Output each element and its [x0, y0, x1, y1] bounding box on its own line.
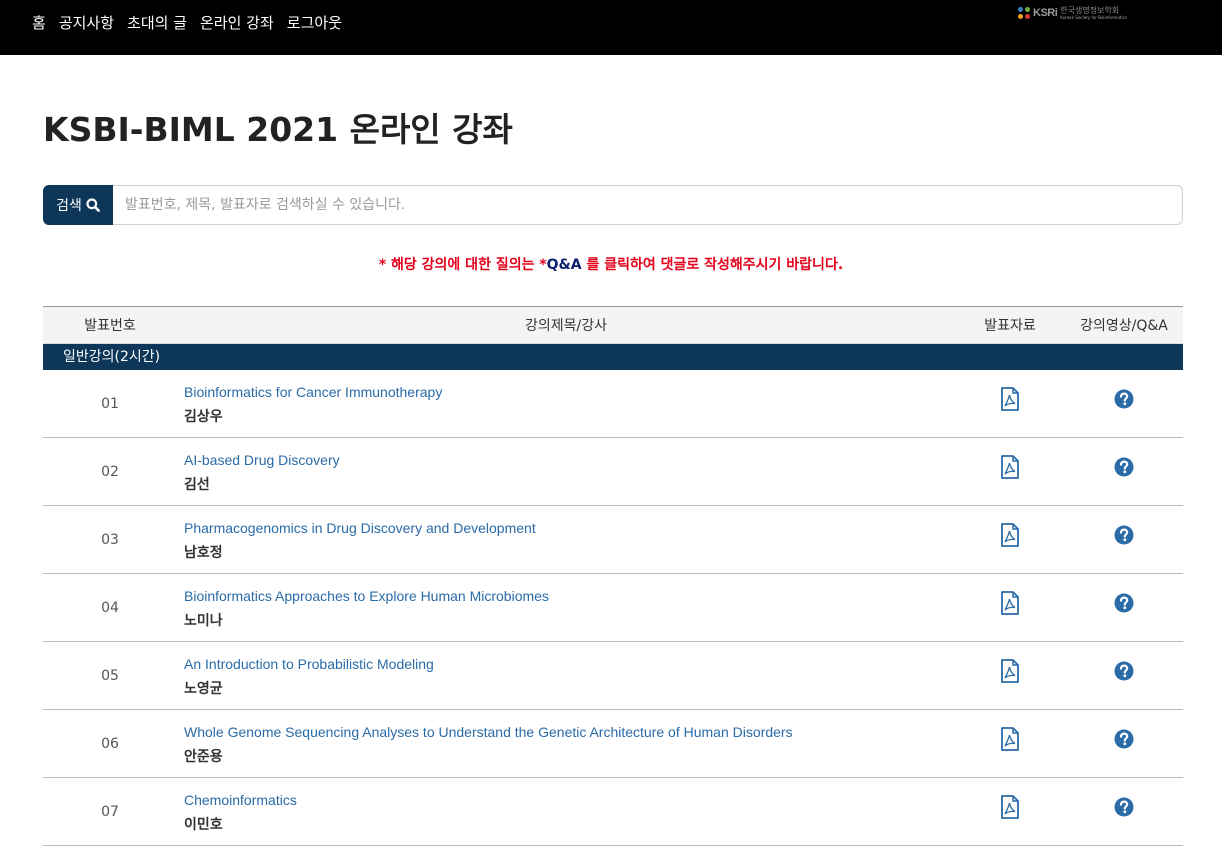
table-row: 06 Whole Genome Sequencing Analyses to Un…	[43, 710, 1183, 778]
qa-notice: * 해당 강의에 대한 질의는 *Q&A 를 클릭하여 댓글로 작성해주시기 바…	[0, 256, 1222, 274]
lecture-title-link[interactable]: Chemoinformatics	[184, 791, 955, 809]
notice-prefix: * 해당 강의에 대한 질의는 *	[378, 257, 547, 273]
lecture-table: 발표번호 강의제목/강사 발표자료 강의영상/Q&A 일반강의(2시간) 01 B…	[43, 306, 1183, 846]
nav-invitation[interactable]: 초대의 글	[127, 13, 187, 33]
lecture-title-link[interactable]: An Introduction to Probabilistic Modelin…	[184, 655, 955, 673]
nav-notice[interactable]: 공지사항	[59, 13, 114, 33]
slides-cell	[955, 658, 1065, 687]
notice-qa-text: Q&A	[546, 257, 582, 273]
logo-english-name: Korean Society for Bioinformatics	[1060, 15, 1127, 20]
lecture-number: 02	[101, 463, 119, 480]
video-qa-cell	[1065, 729, 1183, 753]
lecture-cell: Bioinformatics for Cancer Immunotherapy 김…	[177, 381, 955, 426]
slides-cell	[955, 454, 1065, 483]
pdf-file-icon[interactable]	[1000, 794, 1020, 823]
header-video-qa: 강의영상/Q&A	[1080, 318, 1168, 334]
lecture-cell: Bioinformatics Approaches to Explore Hum…	[177, 585, 955, 630]
table-row: 04 Bioinformatics Approaches to Explore H…	[43, 574, 1183, 642]
lecture-speaker: 이민호	[184, 817, 223, 833]
lecture-speaker: 김선	[184, 477, 210, 493]
logo-mark-text: KSRi	[1033, 7, 1058, 19]
lecture-speaker: 안준용	[184, 749, 223, 765]
lecture-number: 01	[101, 395, 119, 412]
lecture-number: 05	[101, 667, 119, 684]
video-qa-cell	[1065, 457, 1183, 481]
table-row: 01 Bioinformatics for Cancer Immunotherap…	[43, 370, 1183, 438]
lecture-number: 07	[101, 803, 119, 820]
pdf-file-icon[interactable]	[1000, 386, 1020, 415]
slides-cell	[955, 794, 1065, 823]
lecture-cell: AI-based Drug Discovery 김선	[177, 449, 955, 494]
logo-dots-icon	[1018, 6, 1031, 20]
search-icon	[86, 198, 100, 212]
nav-logout[interactable]: 로그아웃	[287, 13, 342, 33]
lecture-cell: Pharmacogenomics in Drug Discovery and D…	[177, 517, 955, 562]
nav-online-lecture[interactable]: 온라인 강좌	[200, 13, 274, 33]
search-bar: 검색	[43, 185, 1183, 225]
header-number: 발표번호	[84, 318, 136, 334]
logo-subtext: 한국생명정보학회 Korean Society for Bioinformati…	[1060, 6, 1127, 20]
table-row: 02 AI-based Drug Discovery 김선	[43, 438, 1183, 506]
search-button[interactable]: 검색	[43, 185, 113, 225]
slides-cell	[955, 386, 1065, 415]
lecture-number: 04	[101, 599, 119, 616]
society-logo[interactable]: KSRi 한국생명정보학회 Korean Society for Bioinfo…	[1018, 5, 1127, 21]
page-title: KSBI-BIML 2021 온라인 강좌	[43, 110, 513, 149]
video-qa-cell	[1065, 661, 1183, 685]
logo-korean-name: 한국생명정보학회	[1060, 6, 1120, 15]
top-navbar: 홈 공지사항 초대의 글 온라인 강좌 로그아웃 KSRi 한국생명정보학회 K…	[0, 0, 1222, 55]
lecture-speaker: 노영균	[184, 681, 223, 697]
lecture-speaker: 남호정	[184, 545, 223, 561]
lecture-speaker: 노미나	[184, 613, 223, 629]
question-circle-icon[interactable]	[1114, 593, 1134, 617]
pdf-file-icon[interactable]	[1000, 590, 1020, 619]
pdf-file-icon[interactable]	[1000, 454, 1020, 483]
slides-cell	[955, 726, 1065, 755]
video-qa-cell	[1065, 593, 1183, 617]
question-circle-icon[interactable]	[1114, 661, 1134, 685]
table-row: 05 An Introduction to Probabilistic Model…	[43, 642, 1183, 710]
table-row: 03 Pharmacogenomics in Drug Discovery and…	[43, 506, 1183, 574]
question-circle-icon[interactable]	[1114, 729, 1134, 753]
header-title: 강의제목/강사	[525, 318, 607, 334]
lecture-cell: Whole Genome Sequencing Analyses to Unde…	[177, 721, 955, 766]
notice-suffix: 를 클릭하여 댓글로 작성해주시기 바랍니다.	[581, 257, 844, 273]
pdf-file-icon[interactable]	[1000, 522, 1020, 551]
lecture-cell: Chemoinformatics 이민호	[177, 789, 955, 834]
table-body: 01 Bioinformatics for Cancer Immunotherap…	[43, 370, 1183, 846]
pdf-file-icon[interactable]	[1000, 658, 1020, 687]
table-header: 발표번호 강의제목/강사 발표자료 강의영상/Q&A	[43, 306, 1183, 344]
search-input[interactable]	[113, 185, 1183, 225]
lecture-number: 06	[101, 735, 119, 752]
search-button-label: 검색	[56, 198, 82, 214]
lecture-title-link[interactable]: Whole Genome Sequencing Analyses to Unde…	[184, 723, 955, 741]
video-qa-cell	[1065, 389, 1183, 413]
lecture-title-link[interactable]: Pharmacogenomics in Drug Discovery and D…	[184, 519, 955, 537]
video-qa-cell	[1065, 797, 1183, 821]
lecture-number: 03	[101, 531, 119, 548]
section-header: 일반강의(2시간)	[43, 344, 1183, 370]
table-row: 07 Chemoinformatics 이민호	[43, 778, 1183, 846]
header-slides: 발표자료	[984, 318, 1036, 334]
lecture-cell: An Introduction to Probabilistic Modelin…	[177, 653, 955, 698]
lecture-title-link[interactable]: AI-based Drug Discovery	[184, 451, 955, 469]
video-qa-cell	[1065, 525, 1183, 549]
question-circle-icon[interactable]	[1114, 797, 1134, 821]
lecture-title-link[interactable]: Bioinformatics Approaches to Explore Hum…	[184, 587, 955, 605]
lecture-title-link[interactable]: Bioinformatics for Cancer Immunotherapy	[184, 383, 955, 401]
pdf-file-icon[interactable]	[1000, 726, 1020, 755]
nav-home[interactable]: 홈	[32, 13, 46, 33]
lecture-speaker: 김상우	[184, 409, 223, 425]
slides-cell	[955, 590, 1065, 619]
question-circle-icon[interactable]	[1114, 525, 1134, 549]
slides-cell	[955, 522, 1065, 551]
nav-menu: 홈 공지사항 초대의 글 온라인 강좌 로그아웃	[32, 13, 355, 33]
question-circle-icon[interactable]	[1114, 457, 1134, 481]
question-circle-icon[interactable]	[1114, 389, 1134, 413]
